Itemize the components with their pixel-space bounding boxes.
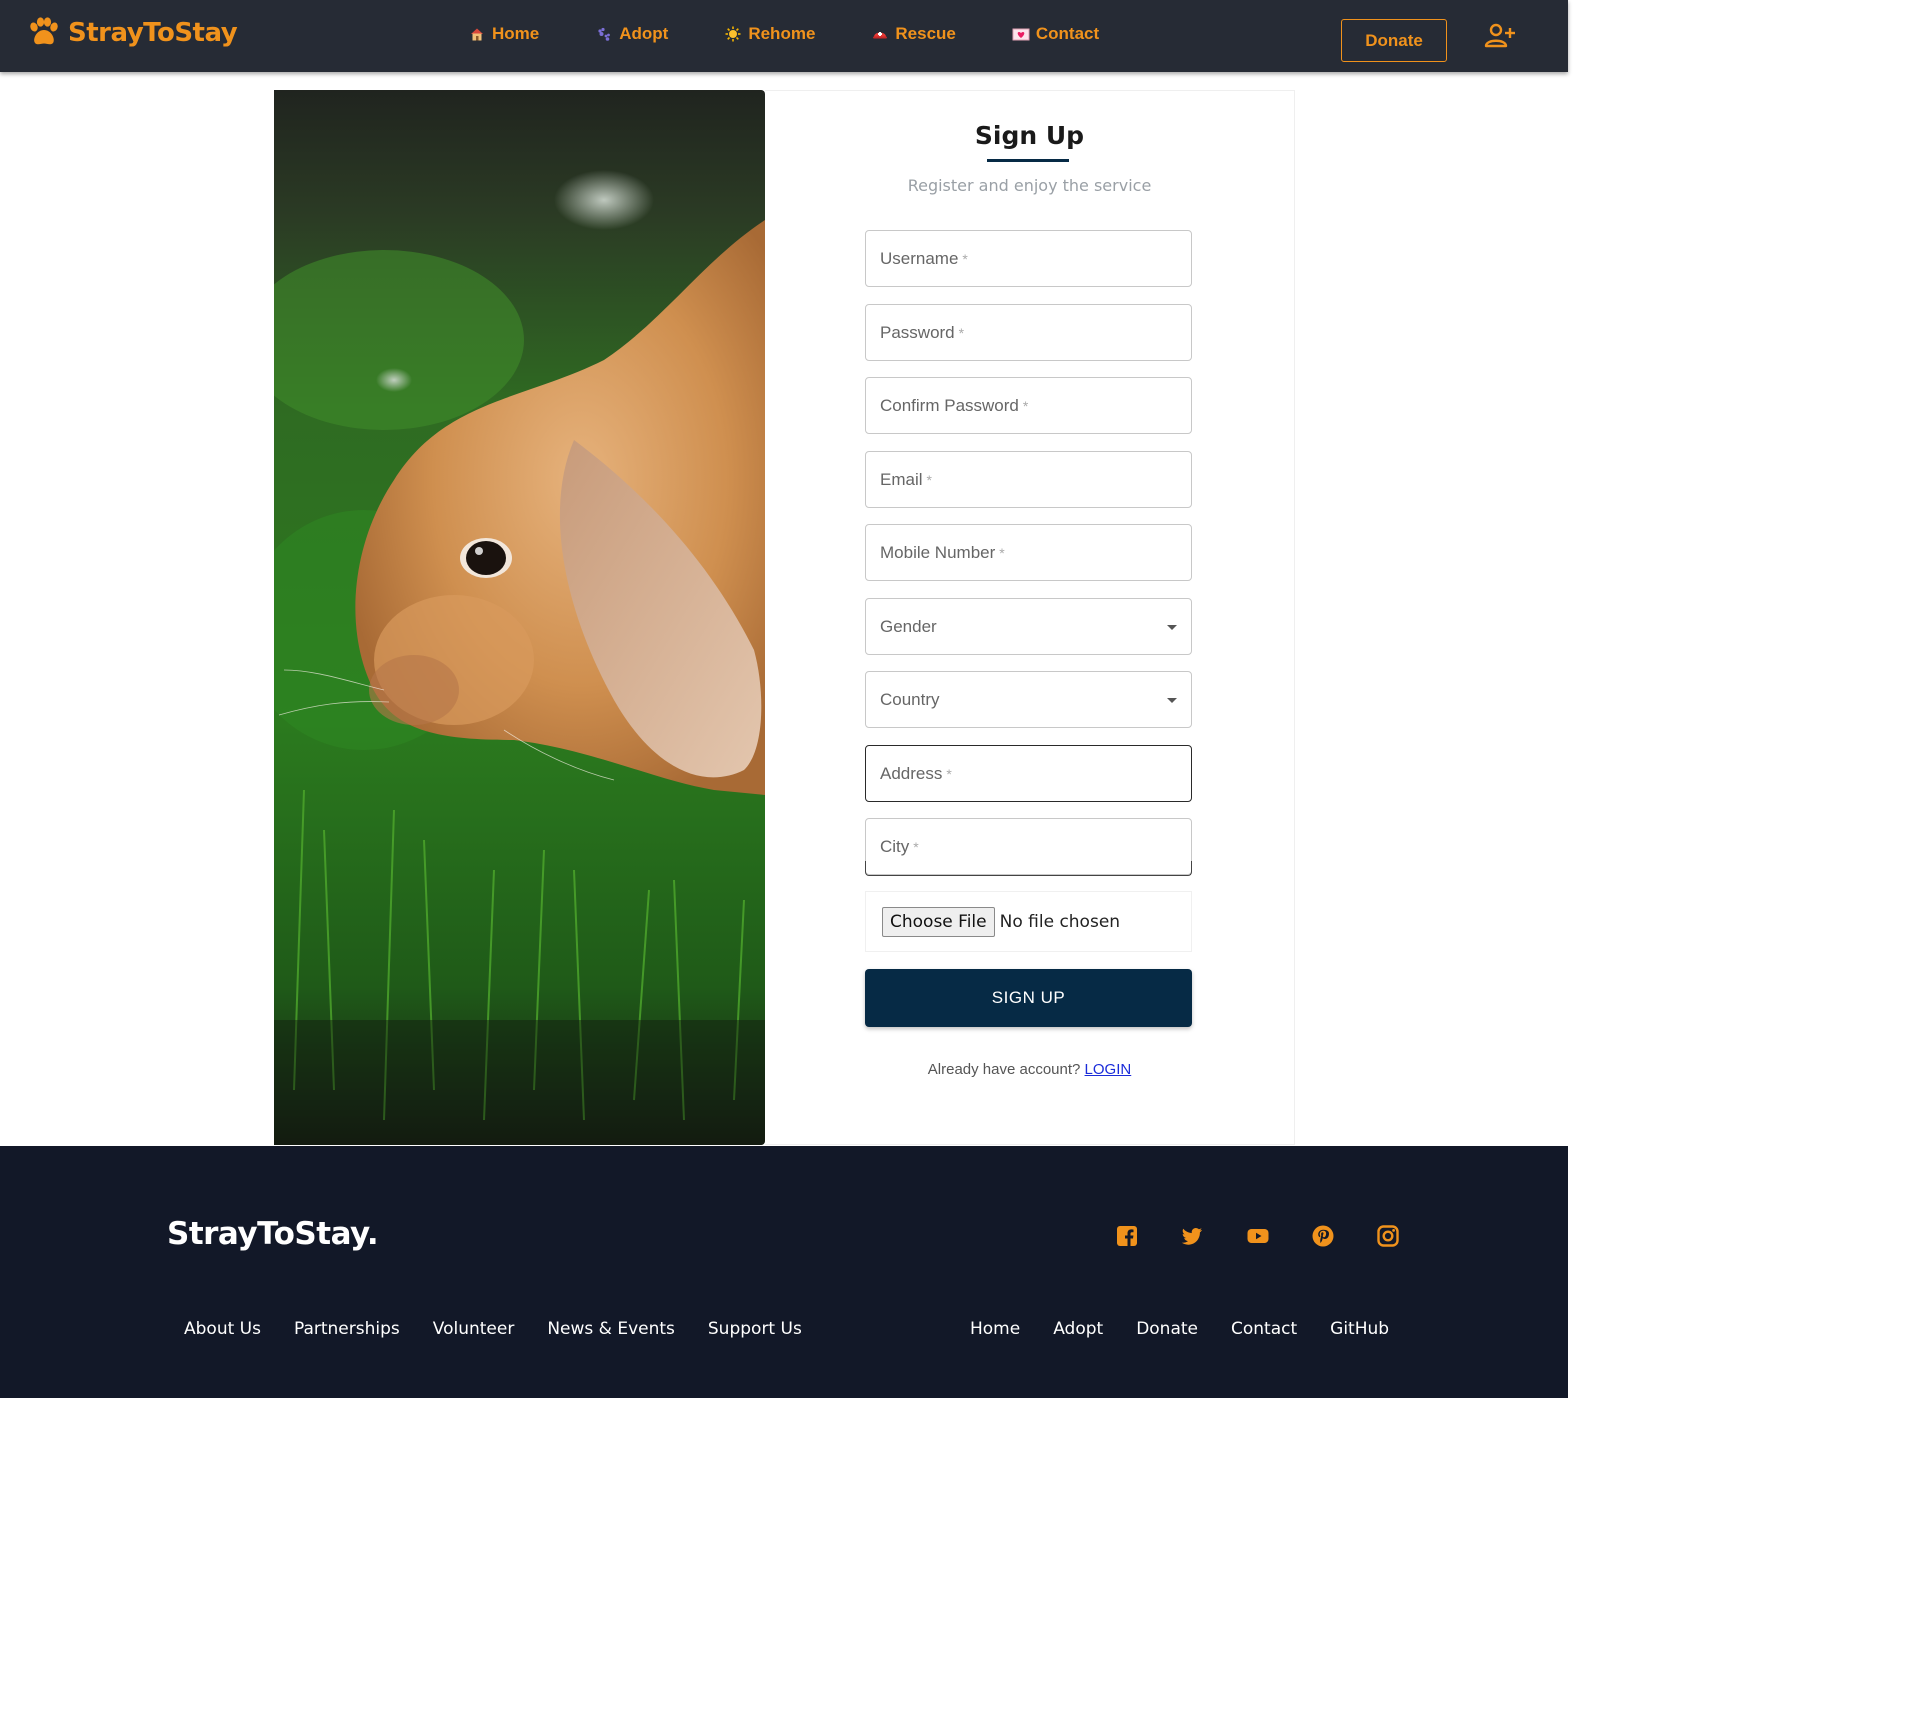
confirm-password-field[interactable]: Confirm Password * (865, 377, 1192, 434)
title-underline (987, 159, 1069, 162)
address-field[interactable]: Address * (865, 745, 1192, 802)
required-asterisk: * (946, 765, 952, 782)
footer-links-secondary: Home Adopt Donate Contact GitHub (970, 1319, 1389, 1339)
address-label: Address (880, 763, 943, 783)
rescue-helmet-emoji-icon (871, 25, 889, 43)
form-subtitle: Register and enjoy the service (907, 176, 1152, 195)
login-link[interactable]: LOGIN (1085, 1061, 1132, 1078)
main-nav: Home Adopt Rehome Rescue Contact (468, 24, 1099, 44)
nav-link-rehome[interactable]: Rehome (724, 24, 815, 44)
sun-emoji-icon (724, 25, 742, 43)
gender-select[interactable]: Gender (865, 598, 1192, 655)
facebook-icon[interactable] (1115, 1224, 1139, 1248)
required-asterisk: * (999, 544, 1005, 561)
nav-link-adopt[interactable]: Adopt (595, 24, 668, 44)
rabbit-photo (274, 90, 765, 1145)
twitter-icon[interactable] (1180, 1224, 1204, 1248)
city-field-focus-outline (865, 861, 1192, 876)
nav-link-label: Adopt (619, 24, 669, 43)
nav-link-label: Rescue (895, 24, 956, 43)
footer-link-donate[interactable]: Donate (1136, 1319, 1198, 1339)
brand-name: StrayToStay (68, 18, 238, 48)
required-asterisk: * (962, 250, 968, 267)
footer-link-contact[interactable]: Contact (1231, 1319, 1297, 1339)
username-label: Username (880, 248, 959, 268)
nav-link-label: Rehome (748, 24, 816, 43)
required-asterisk: * (958, 324, 965, 341)
love-letter-emoji-icon (1012, 25, 1030, 43)
footer-link-volunteer[interactable]: Volunteer (433, 1319, 515, 1339)
instagram-icon[interactable] (1376, 1224, 1400, 1248)
login-prompt: Already have account? LOGIN (765, 1061, 1294, 1078)
choose-file-button[interactable]: Choose File (882, 906, 995, 937)
email-field[interactable]: Email * (865, 451, 1192, 508)
required-asterisk: * (913, 838, 919, 855)
file-status: No file chosen (999, 911, 1121, 932)
gender-label: Gender (880, 616, 937, 636)
donate-button[interactable]: Donate (1341, 19, 1447, 62)
mobile-number-field[interactable]: Mobile Number * (865, 524, 1192, 581)
signup-form-card: Sign Up Register and enjoy the service U… (765, 90, 1295, 1145)
footer-link-support-us[interactable]: Support Us (708, 1319, 802, 1339)
footer-link-github[interactable]: GitHub (1330, 1319, 1389, 1339)
pinterest-icon[interactable] (1311, 1224, 1335, 1248)
caret-down-icon (1167, 698, 1177, 703)
password-field[interactable]: Password * (865, 304, 1192, 361)
email-label: Email (880, 469, 923, 489)
password-label: Password (880, 322, 955, 342)
youtube-icon[interactable] (1246, 1224, 1270, 1248)
top-navbar: StrayToStay Home Adopt Rehome Rescue Con… (0, 0, 1568, 72)
country-select[interactable]: Country (865, 671, 1192, 728)
nav-link-contact[interactable]: Contact (1012, 24, 1099, 44)
brand-logo-link[interactable]: StrayToStay (26, 16, 238, 50)
file-upload: Choose File No file chosen (865, 891, 1192, 952)
form-title: Sign Up (974, 121, 1085, 150)
footer-links-primary: About Us Partnerships Volunteer News & E… (184, 1319, 802, 1339)
footer-link-adopt[interactable]: Adopt (1053, 1319, 1103, 1339)
required-asterisk: * (1022, 397, 1029, 414)
city-label: City (880, 836, 910, 856)
footer-link-home[interactable]: Home (970, 1319, 1020, 1339)
paw-icon (30, 17, 58, 45)
nav-link-home[interactable]: Home (468, 24, 539, 44)
country-label: Country (880, 689, 940, 709)
username-field[interactable]: Username * (865, 230, 1192, 287)
footer-link-about-us[interactable]: About Us (184, 1319, 261, 1339)
footer-brand: StrayToStay. (167, 1216, 379, 1252)
footer-link-partnerships[interactable]: Partnerships (294, 1319, 400, 1339)
mobile-number-label: Mobile Number (880, 542, 996, 562)
nav-link-label: Contact (1035, 24, 1100, 43)
confirm-password-label: Confirm Password (880, 395, 1019, 415)
house-emoji-icon (468, 25, 486, 43)
add-user-icon[interactable] (1484, 22, 1516, 50)
sign-up-button[interactable]: SIGN UP (865, 969, 1192, 1027)
site-footer: StrayToStay. About Us Partnerships Volun… (0, 1146, 1568, 1398)
caret-down-icon (1167, 625, 1177, 630)
paw-prints-emoji-icon (595, 25, 613, 43)
nav-link-rescue[interactable]: Rescue (871, 24, 956, 44)
login-prompt-text: Already have account? (927, 1061, 1081, 1078)
nav-link-label: Home (492, 24, 540, 43)
footer-link-news-events[interactable]: News & Events (547, 1319, 675, 1339)
required-asterisk: * (926, 471, 932, 488)
